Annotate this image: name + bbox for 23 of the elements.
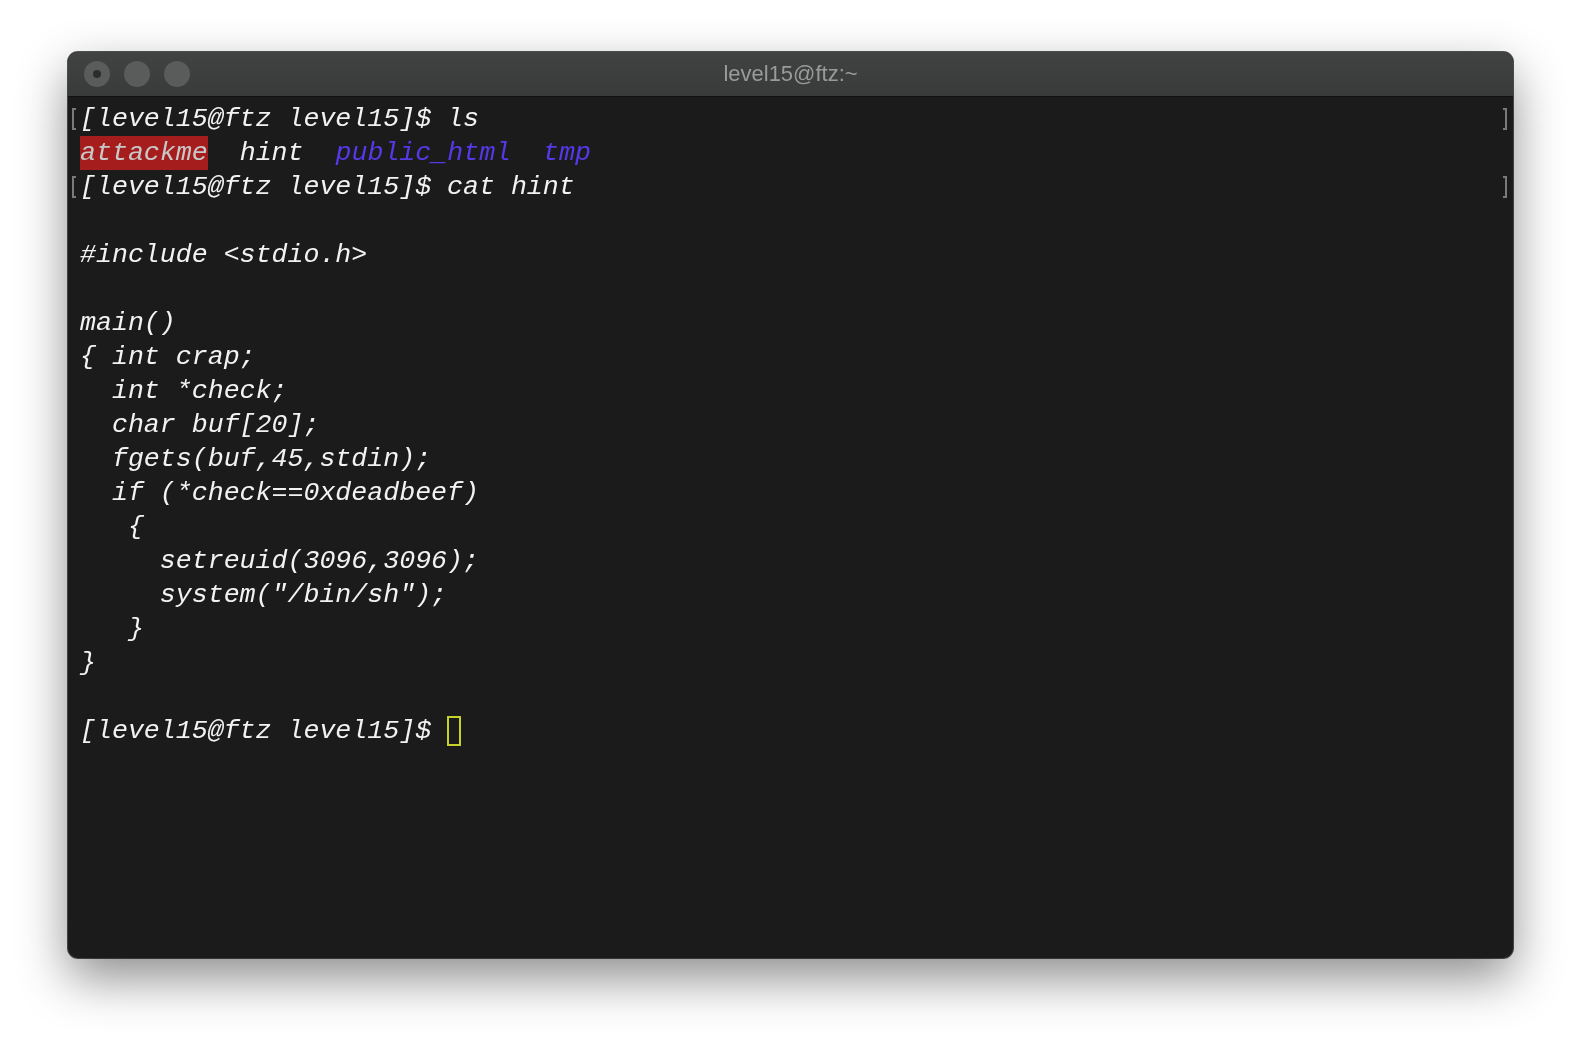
file-name: hint bbox=[239, 137, 304, 170]
terminal-line: #include <stdio.h> bbox=[80, 239, 368, 272]
minimize-button[interactable] bbox=[124, 61, 150, 87]
prompt-line: [level15@ftz level15]$ ls bbox=[80, 103, 479, 136]
prompt-line: [level15@ftz level15]$ cat hint bbox=[80, 171, 575, 204]
terminal-line: char buf[20]; bbox=[110, 409, 320, 442]
zoom-button[interactable] bbox=[164, 61, 190, 87]
terminal-line: int *check; bbox=[110, 375, 288, 408]
terminal-line: [level15@ftz level15]$ bbox=[80, 715, 432, 748]
terminal-line: { int crap; bbox=[80, 341, 256, 374]
terminal-line: system("/bin/sh"); bbox=[158, 579, 448, 612]
directory-name: public_html bbox=[335, 137, 512, 170]
terminal-line: } bbox=[126, 613, 144, 646]
executable-file-name: attackme bbox=[80, 136, 208, 170]
terminal-line: } bbox=[80, 647, 96, 680]
directory-name: tmp bbox=[543, 137, 591, 170]
terminal-line: { bbox=[126, 511, 144, 544]
terminal-line: setreuid(3096,3096); bbox=[158, 545, 479, 578]
close-button[interactable] bbox=[84, 61, 110, 87]
terminal-line: if (*check==0xdeadbeef) bbox=[110, 477, 479, 510]
terminal-line: fgets(buf,45,stdin); bbox=[110, 443, 432, 476]
window-title: level15@ftz:~ bbox=[723, 61, 858, 87]
terminal-line: main() bbox=[80, 307, 176, 340]
